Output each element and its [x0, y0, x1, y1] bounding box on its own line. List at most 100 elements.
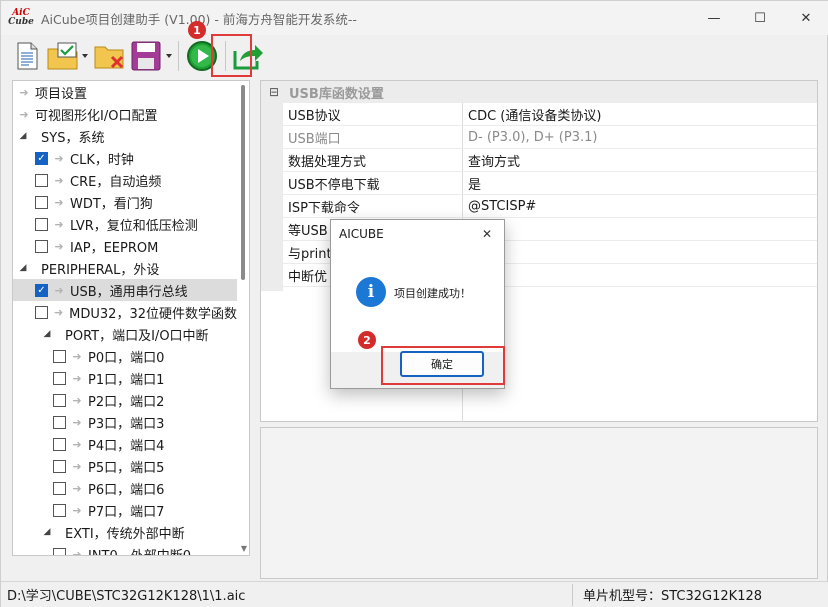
module-checkbox[interactable] [53, 415, 66, 429]
tree-arrow-icon: ➜ [54, 151, 64, 165]
module-checkbox[interactable] [53, 393, 66, 407]
expand-icon[interactable]: ◢ [41, 329, 53, 339]
tree-item[interactable]: ➜ P6口，端口6 [13, 477, 237, 499]
tree-item[interactable]: ➜ P3口，端口3 [13, 411, 237, 433]
tree-item[interactable]: ➜ P1口，端口1 [13, 367, 237, 389]
tree-item-label: CLK，时钟 [70, 152, 134, 168]
module-checkbox[interactable] [35, 173, 48, 187]
module-checkbox[interactable] [35, 217, 48, 231]
property-row[interactable]: USB不停电下载是 [261, 172, 817, 195]
module-checkbox[interactable]: ✓ [35, 283, 48, 297]
tree-item[interactable]: ➜ P5口，端口5 [13, 455, 237, 477]
description-panel [260, 427, 818, 579]
tree-item[interactable]: ➜ WDT，看门狗 [13, 191, 237, 213]
tree-item-label: CRE，自动追频 [70, 174, 162, 190]
save-project-button[interactable] [129, 38, 175, 74]
module-checkbox[interactable] [53, 481, 66, 495]
project-path: D:\学习\CUBE\STC32G12K128\1\1.aic [1, 583, 573, 606]
property-value[interactable]: CDC (通信设备类协议) [463, 103, 601, 125]
property-key: 数据处理方式 [283, 149, 463, 171]
close-window-button[interactable]: ✕ [783, 1, 828, 35]
tree-item[interactable]: ◢ PORT，端口及I/O口中断 [13, 323, 237, 345]
property-row[interactable]: USB协议 CDC (通信设备类协议) [261, 103, 817, 126]
property-value[interactable]: 是 [463, 172, 481, 194]
tree-arrow-icon: ➜ [72, 437, 82, 451]
dialog-body: i 项目创建成功！ [331, 248, 504, 352]
module-checkbox[interactable] [35, 305, 48, 319]
property-value[interactable]: D- (P3.0), D+ (P3.1) [463, 126, 597, 148]
tree-item-label: SYS，系统 [41, 130, 105, 146]
scroll-down-icon[interactable]: ▼ [241, 544, 247, 553]
tree-item[interactable]: ➜ MDU32，32位硬件数学函数 [13, 301, 237, 323]
tree-item[interactable]: ➜ 项目设置 [13, 81, 237, 103]
property-key: USB协议 [283, 103, 463, 125]
dialog-message: 项目创建成功！ [394, 287, 471, 300]
callout-badge-1: 1 [188, 21, 206, 39]
module-checkbox[interactable] [53, 371, 66, 385]
tree-item-label: LVR，复位和低压检测 [70, 218, 198, 234]
tree-item-label: P5口，端口5 [88, 460, 165, 476]
expand-icon[interactable]: ◢ [17, 131, 29, 141]
tree-arrow-icon: ➜ [72, 481, 82, 495]
floppy-disk-icon [131, 41, 172, 71]
tree-item[interactable]: ➜ 可视图形化I/O口配置 [13, 103, 237, 125]
tree-item[interactable]: ➜ P4口，端口4 [13, 433, 237, 455]
tree-item[interactable]: ➜ P0口，端口0 [13, 345, 237, 367]
module-checkbox[interactable] [53, 503, 66, 517]
dialog-close-button[interactable]: ✕ [476, 223, 498, 245]
tree-arrow-icon: ➜ [54, 217, 64, 231]
main-window: AiC Cube AiCube项目创建助手 (V1.00) - 前海方舟智能开发… [0, 0, 828, 607]
tree-item-label: MDU32，32位硬件数学函数 [69, 306, 237, 322]
module-checkbox[interactable] [35, 195, 48, 209]
tree-item[interactable]: ➜ LVR，复位和低压检测 [13, 213, 237, 235]
module-checkbox[interactable] [53, 547, 66, 555]
new-project-button[interactable] [9, 38, 45, 74]
minimize-button[interactable]: — [691, 1, 737, 35]
tree-item-label: PERIPHERAL，外设 [41, 262, 160, 278]
dialog-title-bar: AICUBE ✕ [331, 220, 504, 248]
maximize-button[interactable]: ☐ [737, 1, 783, 35]
tree-arrow-icon: ➜ [72, 503, 82, 517]
tree-item[interactable]: ✓ ➜ USB，通用串行总线 [13, 279, 237, 301]
open-project-button[interactable] [45, 38, 91, 74]
property-row[interactable]: USB端口 D- (P3.0), D+ (P3.1) [261, 126, 817, 149]
tree-item[interactable]: ➜ CRE，自动追频 [13, 169, 237, 191]
close-project-button[interactable] [91, 38, 129, 74]
tree-item-label: INT0，外部中断0 [88, 548, 192, 556]
tree-item-label: 可视图形化I/O口配置 [35, 108, 158, 124]
tree-item-label: P2口，端口2 [88, 394, 165, 410]
tree-item[interactable]: ➜ P7口，端口7 [13, 499, 237, 521]
tree-item-label: P0口，端口0 [88, 350, 165, 366]
collapse-icon[interactable]: ⊟ [265, 83, 283, 101]
module-checkbox[interactable] [53, 349, 66, 363]
tree-arrow-icon: ➜ [54, 239, 64, 253]
property-row[interactable]: ISP下载命令 @STCISP# [261, 195, 817, 218]
folder-check-icon [47, 42, 88, 70]
tree-item-label: PORT，端口及I/O口中断 [65, 328, 209, 344]
property-value[interactable]: @STCISP# [463, 195, 536, 217]
tree-scrollbar[interactable] [237, 81, 249, 555]
module-checkbox[interactable] [35, 239, 48, 253]
property-row[interactable]: 数据处理方式 查询方式 [261, 149, 817, 172]
property-section-header[interactable]: ⊟ USB库函数设置 [261, 81, 817, 103]
toolbar-separator [178, 41, 179, 71]
property-value[interactable]: 查询方式 [463, 149, 520, 171]
tree-item[interactable]: ◢ PERIPHERAL，外设 [13, 257, 237, 279]
tree-scroll-thumb[interactable] [241, 85, 245, 280]
expand-icon[interactable]: ◢ [41, 527, 53, 537]
tree-item[interactable]: ➜ P2口，端口2 [13, 389, 237, 411]
tree-item[interactable]: ➜ INT0，外部中断0 [13, 543, 237, 556]
module-checkbox[interactable]: ✓ [35, 151, 48, 165]
tree-arrow-icon: ➜ [72, 349, 82, 363]
module-checkbox[interactable] [53, 437, 66, 451]
tree-item[interactable]: ➜ IAP，EEPROM [13, 235, 237, 257]
module-tree[interactable]: ➜ 项目设置 ➜ 可视图形化I/O口配置 ◢ SYS，系统 ✓ ➜ CLK，时钟 ➜ CRE，自动追… [12, 80, 250, 556]
tree-item-label: USB，通用串行总线 [70, 284, 188, 300]
expand-icon[interactable]: ◢ [17, 263, 29, 273]
tree-item[interactable]: ◢ SYS，系统 [13, 125, 237, 147]
module-checkbox[interactable] [53, 459, 66, 473]
tree-item[interactable]: ◢ EXTI，传统外部中断 [13, 521, 237, 543]
callout-badge-2: 2 [358, 331, 376, 349]
logo-text-bottom: Cube [8, 17, 34, 27]
tree-item[interactable]: ✓ ➜ CLK，时钟 [13, 147, 237, 169]
